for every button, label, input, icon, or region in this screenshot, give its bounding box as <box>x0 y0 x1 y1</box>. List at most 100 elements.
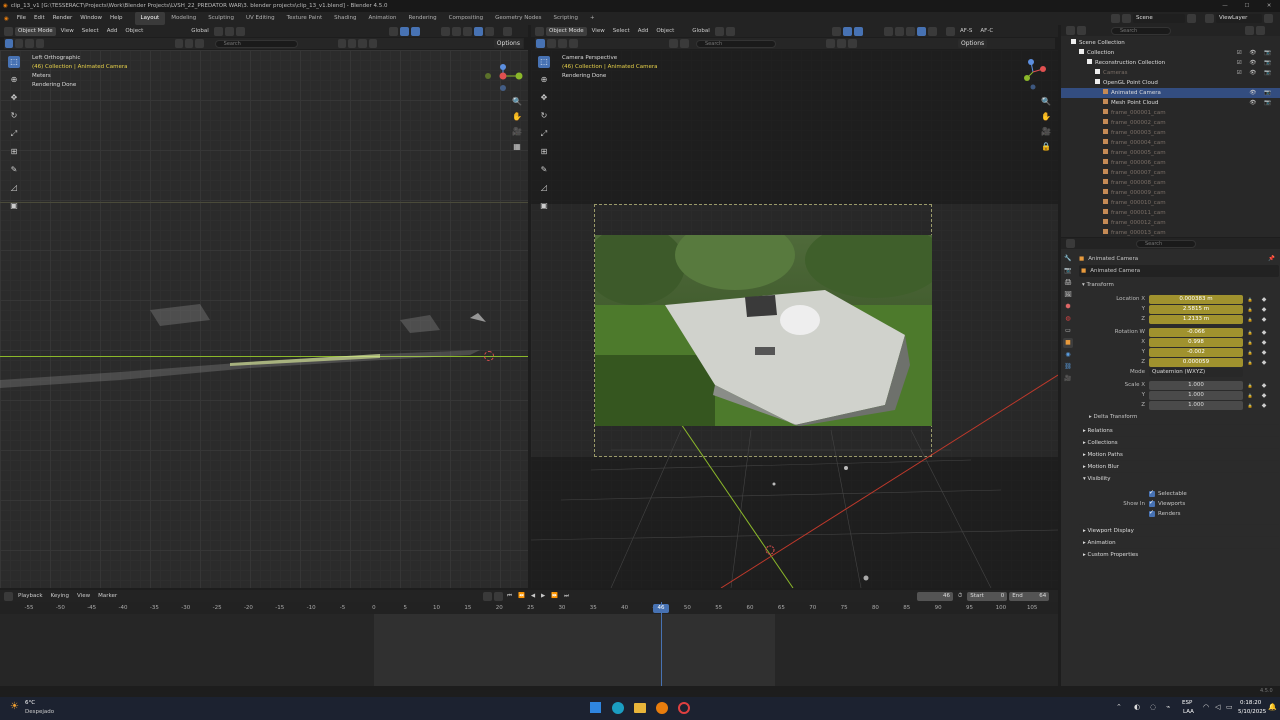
visibility-icon[interactable] <box>832 26 841 36</box>
shading-material-icon[interactable] <box>917 26 926 36</box>
viewport-search-input[interactable]: Search <box>214 39 298 48</box>
shading-rendered-icon[interactable] <box>928 26 937 36</box>
outliner-item[interactable]: frame_000010_cam <box>1061 198 1280 208</box>
keyframe-icon[interactable]: ◆ <box>1257 392 1271 399</box>
play-icon[interactable]: ▶ <box>541 593 545 599</box>
outliner-item[interactable]: frame_000004_cam <box>1061 138 1280 148</box>
shading-solid-icon[interactable] <box>463 26 472 36</box>
battery-icon[interactable]: ▭ <box>1226 703 1233 711</box>
tab-texture-paint[interactable]: Texture Paint <box>281 12 329 25</box>
pin-scene-icon[interactable] <box>1111 14 1120 23</box>
color-icon[interactable] <box>669 39 678 48</box>
lock-icon[interactable]: 🔒 <box>1243 317 1257 322</box>
tray-app-icon[interactable]: ◌ <box>1150 703 1156 711</box>
next-key-icon[interactable]: ⏩ <box>551 593 558 599</box>
tray-app-icon[interactable]: ◐ <box>1134 703 1140 711</box>
grid-icon[interactable]: ▦ <box>511 141 523 153</box>
overlay-icon[interactable] <box>854 26 863 36</box>
xray-icon[interactable] <box>441 26 450 36</box>
keyframe-icon[interactable]: ◆ <box>1257 329 1271 336</box>
lock-icon[interactable]: 🔒 <box>1243 350 1257 355</box>
orientation-selector[interactable]: Global <box>187 25 213 37</box>
tool-tab-icon[interactable]: 🔧 <box>1063 254 1073 264</box>
color-icon[interactable] <box>185 39 194 48</box>
tab-uv-editing[interactable]: UV Editing <box>240 12 281 25</box>
play-reverse-icon[interactable]: ◀ <box>531 593 535 599</box>
menu-file[interactable]: File <box>13 12 30 25</box>
weather-icon[interactable]: ☀ <box>10 701 19 712</box>
lock-icon[interactable]: 🔒 <box>1243 307 1257 312</box>
tab-layout[interactable]: Layout <box>134 12 166 25</box>
outliner-item[interactable]: Scene Collection <box>1061 38 1280 48</box>
select-mode-icon[interactable] <box>569 39 578 48</box>
tray-chevron-icon[interactable]: ⌃ <box>1116 703 1122 711</box>
camera-view-icon[interactable]: 🎥 <box>511 126 523 138</box>
outliner-item[interactable]: frame_000001_cam <box>1061 108 1280 118</box>
menu-add[interactable]: Add <box>103 25 122 37</box>
outliner-item[interactable]: OpenGL Point Cloud <box>1061 78 1280 88</box>
outliner-search-input[interactable]: Search <box>1111 26 1171 35</box>
outliner-visibility-icons[interactable]: ☑ 👁 📷 <box>1237 58 1274 68</box>
delta-transform-panel[interactable]: ▸ Delta Transform <box>1079 410 1279 424</box>
pivot-icon[interactable] <box>213 26 223 36</box>
menu-view[interactable]: View <box>57 25 78 37</box>
af-c-label[interactable]: AF-C <box>976 25 997 37</box>
pan-hand-icon[interactable]: ✋ <box>511 111 523 123</box>
lock-icon[interactable]: 🔒 <box>1243 393 1257 398</box>
color-icon[interactable] <box>680 39 689 48</box>
menu-select[interactable]: Select <box>609 25 634 37</box>
add-workspace-button[interactable]: + <box>584 12 601 25</box>
lock-icon[interactable]: 🔒 <box>1243 297 1257 302</box>
color-icon[interactable] <box>195 39 204 48</box>
outliner-visibility-icons[interactable]: 👁 📷 <box>1249 88 1274 98</box>
select-box-icon[interactable] <box>536 39 545 48</box>
panel-header[interactable]: ▸ Motion Paths <box>1079 448 1279 460</box>
outliner-item[interactable]: frame_000003_cam <box>1061 128 1280 138</box>
annotate-tool-icon[interactable]: ✎ <box>538 164 550 176</box>
viewlayer-selector[interactable]: ViewLayer <box>1216 14 1262 23</box>
tab-modeling[interactable]: Modeling <box>165 12 202 25</box>
minimize-button[interactable]: — <box>1214 0 1236 12</box>
outliner-visibility-icons[interactable]: 👁 📷 <box>1249 98 1274 108</box>
scale-value-field[interactable]: 1.000 <box>1149 400 1243 410</box>
scene-selector[interactable]: Scene <box>1133 14 1185 23</box>
menu-keying[interactable]: Keying <box>47 590 73 602</box>
tab-scripting[interactable]: Scripting <box>548 12 584 25</box>
lang-line2[interactable]: LAA <box>1183 709 1194 715</box>
app-taskbar-icon[interactable] <box>678 702 690 714</box>
rotate-tool-icon[interactable]: ↻ <box>538 110 550 122</box>
scene-tab-icon[interactable]: ⬢ <box>1063 302 1073 312</box>
windows-start-icon[interactable] <box>590 702 601 713</box>
add-cube-tool-icon[interactable]: ▣ <box>8 200 20 212</box>
location-value-field[interactable]: 0.000383 m <box>1149 294 1243 304</box>
lock-icon[interactable]: 🔒 <box>1243 360 1257 365</box>
filter-icon[interactable] <box>348 39 357 48</box>
new-scene-icon[interactable] <box>1187 14 1196 23</box>
tab-rendering[interactable]: Rendering <box>403 12 443 25</box>
outliner-item[interactable]: Reconstruction Collection ☑ 👁 📷 <box>1061 58 1280 68</box>
display-mode-icon[interactable] <box>1077 26 1086 35</box>
playhead-marker[interactable]: 46 <box>653 604 669 613</box>
rotation-value-field[interactable]: 0.000059 <box>1149 357 1243 367</box>
move-tool-icon[interactable]: ✥ <box>538 92 550 104</box>
tab-animation[interactable]: Animation <box>362 12 402 25</box>
visibility-panel-header[interactable]: ▾ Visibility <box>1079 472 1279 484</box>
lock-icon[interactable]: 🔒 <box>1040 141 1052 153</box>
outliner-item[interactable]: frame_000008_cam <box>1061 178 1280 188</box>
select-mode-icon[interactable] <box>25 39 34 48</box>
filter-icon[interactable] <box>358 39 367 48</box>
zoom-icon[interactable]: 🔍 <box>1040 96 1052 108</box>
keyframe-icon[interactable]: ◆ <box>1257 339 1271 346</box>
location-value-field[interactable]: 2.5815 m <box>1149 304 1243 314</box>
filter-icon[interactable] <box>337 39 347 48</box>
menu-add[interactable]: Add <box>634 25 653 37</box>
current-frame-field[interactable]: 46 <box>917 591 953 601</box>
record-icon[interactable] <box>483 591 492 601</box>
pin-icon[interactable]: 📌 <box>1268 256 1275 262</box>
constraints-tab-icon[interactable]: ⛓ <box>1063 362 1073 372</box>
shading-material-icon[interactable] <box>474 26 483 36</box>
select-mode-icon[interactable] <box>15 39 24 48</box>
prev-key-icon[interactable]: ⏪ <box>518 593 525 599</box>
jump-end-icon[interactable]: ⏭ <box>564 593 569 600</box>
pause-icon[interactable] <box>503 26 512 36</box>
